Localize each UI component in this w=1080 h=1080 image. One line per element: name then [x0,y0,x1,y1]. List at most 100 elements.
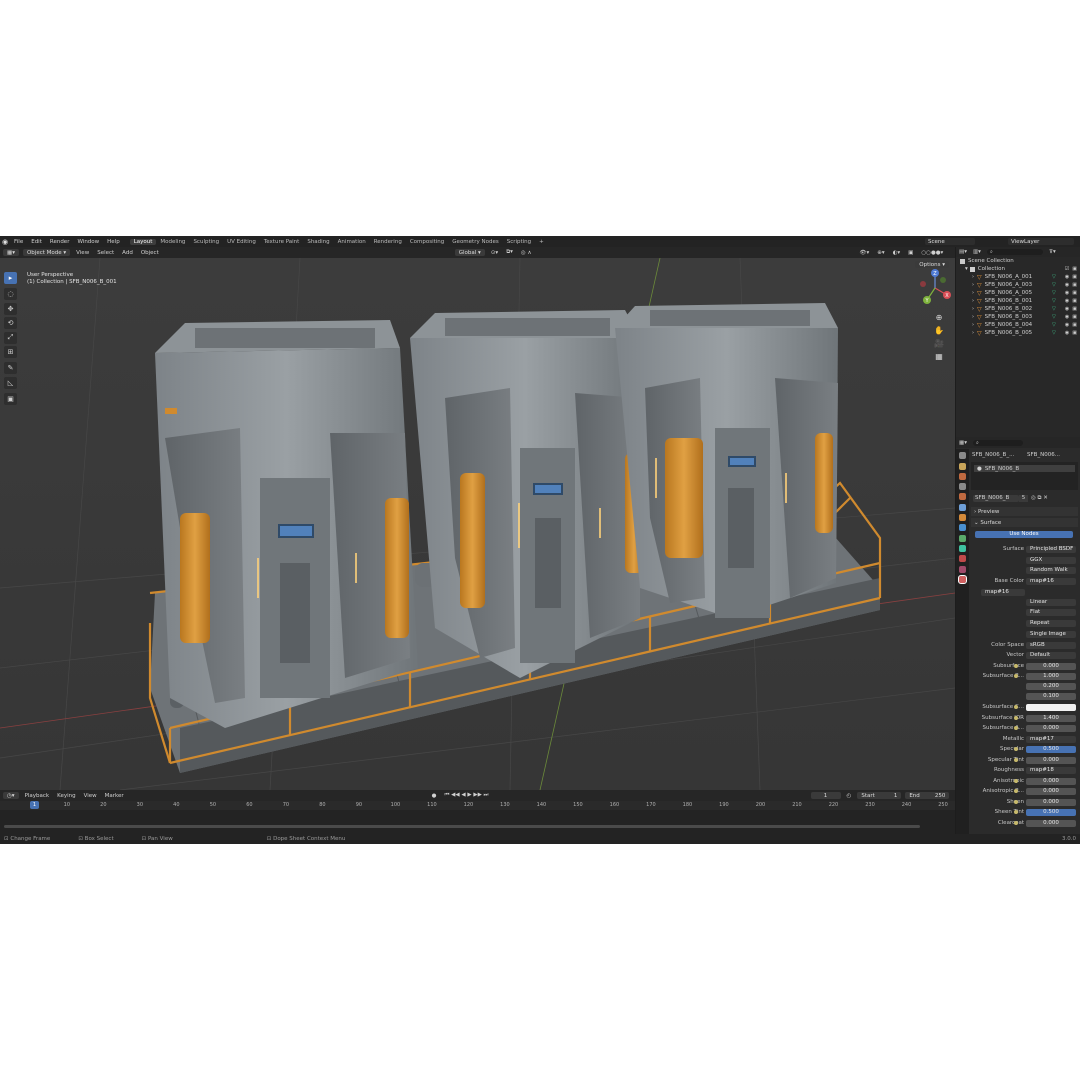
timeline-track-area[interactable] [0,810,955,834]
material-tab-icon[interactable] [958,574,967,584]
property-value-field[interactable]: map#16 [1026,577,1076,585]
menu-render[interactable]: Render [46,239,74,245]
editor-type-button[interactable]: ▦▾ [3,249,19,256]
output-tab-icon[interactable] [959,472,966,480]
record-button[interactable]: ● [428,793,441,799]
playback-controls[interactable]: ⏮ ◀◀ ◀ ▶ ▶▶ ⏭ [440,792,492,799]
expand-icon[interactable]: › [972,306,974,312]
proportional-edit-icon[interactable]: ◎ ∧ [517,250,536,256]
socket-icon[interactable] [1014,779,1018,783]
scale-tool-icon[interactable]: ⤢ [4,331,17,344]
mode-dropdown[interactable]: Object Mode ▾ [22,249,71,256]
expand-icon[interactable]: › [972,274,974,280]
frame-ruler[interactable]: 1 11020304050607080901001101201301401501… [0,801,955,810]
collection-row[interactable]: ▾ Collection ☑ ▣ [956,265,1080,273]
pivot-icon[interactable]: ⊙▾ [487,250,502,256]
particles-tab-icon[interactable] [959,534,966,542]
view-layer-tab-icon[interactable] [959,483,966,491]
camera-icon[interactable]: ▣ [1072,274,1077,280]
snap-icon[interactable]: ⧉▾ [502,249,517,256]
menu-help[interactable]: Help [103,239,124,245]
checkbox-icon[interactable]: ☑ [1065,266,1069,272]
outliner-object-row[interactable]: › ▽ SFB_N006_B_001 ▽ ◉ ▣ [956,297,1080,305]
property-value-field[interactable]: Random Walk [1026,566,1076,574]
expand-icon[interactable]: › [972,290,974,296]
start-frame-field[interactable]: Start 1 [857,792,902,799]
socket-icon[interactable] [1014,821,1018,825]
eye-icon[interactable]: ◉ [1065,298,1069,304]
modifier-icon[interactable]: ▽ [1052,274,1056,280]
gizmo-toggle-icon[interactable]: ⊕▾ [873,250,888,256]
socket-icon[interactable] [1014,747,1018,751]
options-dropdown[interactable]: Options ▾ [915,261,949,268]
clock-icon[interactable]: ◴ [843,793,856,799]
camera-icon[interactable]: ▣ [1072,282,1077,288]
timeline-menu-playback[interactable]: Playback [21,793,54,799]
rotate-tool-icon[interactable]: ⟲ [4,317,17,329]
outliner-object-row[interactable]: › ▽ SFB_N006_B_003 ▽ ◉ ▣ [956,313,1080,321]
camera-icon[interactable]: ▣ [1072,314,1077,320]
expand-icon[interactable]: › [972,282,974,288]
pan-hand-icon[interactable]: ✋ [934,326,944,336]
transform-tool-icon[interactable]: ⊞ [4,346,17,358]
tab-compositing[interactable]: Compositing [406,239,448,245]
property-value-field[interactable]: Principled BSDF [1026,545,1076,553]
world-tab-icon[interactable] [959,503,966,511]
outliner-editor-icon[interactable]: ▤▾ [959,249,967,255]
property-value-field[interactable]: 0.100 [1026,692,1076,700]
property-value-field[interactable]: 0.000 [1026,787,1076,795]
add-cube-tool-icon[interactable]: ▣ [4,392,17,405]
object-tab-icon[interactable] [959,514,966,522]
outliner-object-row[interactable]: › ▽ SFB_N006_A_003 ▽ ◉ ▣ [956,281,1080,289]
outliner-object-row[interactable]: › ▽ SFB_N006_B_005 ▽ ◉ ▣ [956,329,1080,337]
tab-rendering[interactable]: Rendering [370,239,406,245]
eye-icon[interactable]: ◉ [1065,306,1069,312]
modifier-icon[interactable]: ▽ [1052,330,1056,336]
select-menu[interactable]: Select [93,250,118,256]
modifier-icon[interactable]: ▽ [1052,314,1056,320]
property-value-field[interactable]: 0.000 [1026,756,1076,764]
view-menu[interactable]: View [72,250,93,256]
property-value-field[interactable]: 0.000 [1026,662,1076,670]
blender-logo-icon[interactable]: ◉ [0,238,10,246]
user-count[interactable]: 5 [1019,494,1028,502]
socket-icon[interactable] [1014,705,1018,709]
menu-file[interactable]: File [10,239,27,245]
zoom-icon[interactable]: ⊕ [934,313,944,323]
camera-icon[interactable]: ▣ [1072,330,1077,336]
camera-icon[interactable]: ▣ [1072,322,1077,328]
camera-icon[interactable]: ▣ [1072,290,1077,296]
property-value-field[interactable]: GGX [1026,556,1076,564]
expand-icon[interactable]: › [972,330,974,336]
property-value-field[interactable]: 0.000 [1026,777,1076,785]
shading-modes-icon[interactable]: ○○●●▾ [917,250,947,256]
add-workspace-button[interactable]: + [535,239,548,245]
eye-icon[interactable]: ◉ [1065,314,1069,320]
property-value-field[interactable] [1026,703,1076,711]
timeline-menu-view[interactable]: View [80,793,101,799]
tab-shading[interactable]: Shading [303,239,333,245]
view-layer-selector[interactable]: ViewLayer [1008,238,1074,245]
material-slot-list[interactable]: ● SFB_N006_B [971,462,1078,490]
modifier-icon[interactable]: ▽ [1052,306,1056,312]
timeline-scrollbar[interactable] [4,825,920,828]
scene-tab-icon[interactable] [959,493,966,501]
property-value-field[interactable]: 1.000 [1026,672,1076,680]
display-mode-icon[interactable]: ▥▾ [973,249,981,255]
property-value-field[interactable]: 0.000 [1026,798,1076,806]
overlay-toggle-icon[interactable]: ◐▾ [889,250,905,256]
property-value-field[interactable]: 0.200 [1026,682,1076,690]
tab-texture-paint[interactable]: Texture Paint [260,239,304,245]
material-slot[interactable]: ● SFB_N006_B [974,465,1075,472]
object-menu[interactable]: Object [137,250,163,256]
socket-icon[interactable] [1014,664,1018,668]
transform-orientation-dropdown[interactable]: Global ▾ [454,249,485,256]
tab-uv-editing[interactable]: UV Editing [223,239,260,245]
tab-scripting[interactable]: Scripting [503,239,535,245]
tab-sculpting[interactable]: Sculpting [189,239,223,245]
current-frame-field[interactable]: 1 [810,792,841,799]
scene-selector[interactable]: Scene [925,238,975,245]
camera-view-icon[interactable]: 🎥 [934,339,944,349]
property-value-field[interactable]: map#17 [1026,735,1076,743]
expand-icon[interactable]: › [972,298,974,304]
